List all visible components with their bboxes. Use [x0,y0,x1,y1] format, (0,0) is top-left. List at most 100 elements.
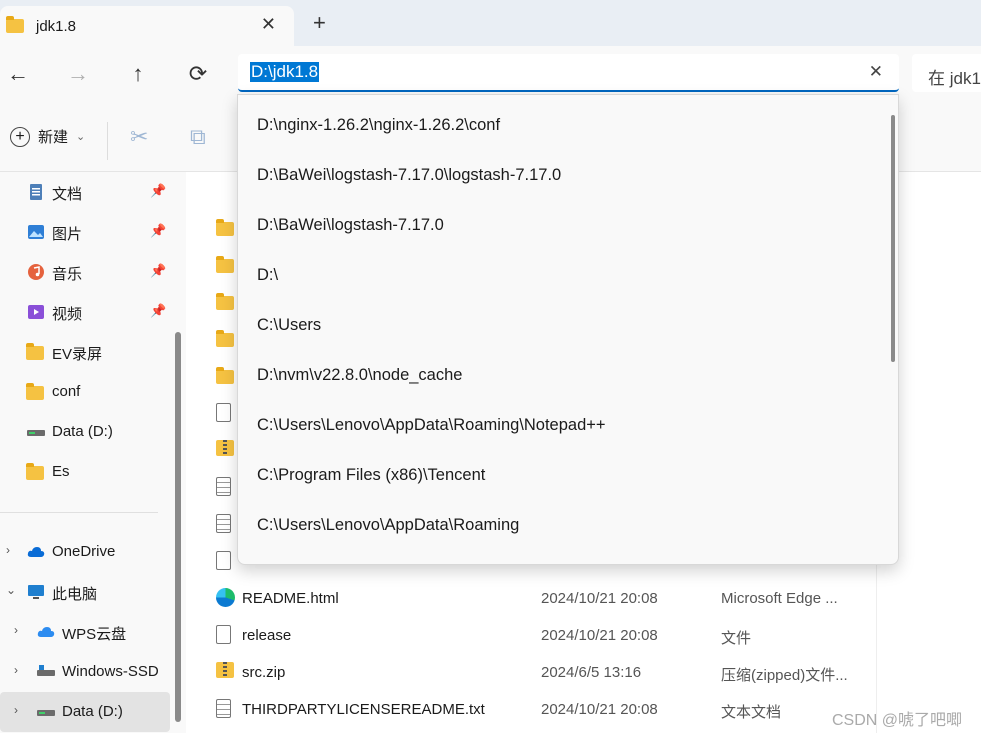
address-suggestions-dropdown: D:\nginx-1.26.2\nginx-1.26.2\conf D:\BaW… [237,94,899,565]
sidebar-item-label: 音乐 [52,266,83,283]
sidebar-item-label: WPS云盘 [62,626,127,643]
clear-address-icon[interactable]: ✕ [869,62,883,82]
sidebar-item-pictures[interactable]: 图片 📌 [0,212,170,252]
tab-strip: jdk1.8 ✕ + [0,0,981,46]
file-type: 文件 [721,630,752,647]
search-placeholder: 在 jdk1 [928,69,981,88]
suggestion-item[interactable]: D:\ [238,249,878,299]
cloud-icon [37,627,55,637]
sidebar-item-videos[interactable]: 视频 📌 [0,292,170,332]
file-icon [216,403,236,423]
suggestion-item[interactable]: D:\nvm\v22.8.0\node_cache [238,349,878,399]
zip-icon [216,662,236,682]
sidebar-divider [0,512,158,513]
address-bar[interactable]: D:\jdk1.8 ✕ [238,54,899,92]
table-row[interactable]: src.zip 2024/6/5 13:16 压缩(zipped)文件... [186,654,981,691]
pc-icon [28,585,44,599]
tab-title: jdk1.8 [36,17,77,35]
sidebar-scrollbar[interactable] [175,332,181,722]
tab-jdk18[interactable]: jdk1.8 ✕ [0,6,294,46]
drive-icon [37,710,55,716]
cut-icon[interactable]: ✂ [130,124,148,150]
sidebar-item-documents[interactable]: 文档 📌 [0,172,170,212]
table-row[interactable]: README.html 2024/10/21 20:08 Microsoft E… [186,580,981,617]
chevron-right-icon[interactable]: › [14,703,18,717]
file-icon [216,625,236,645]
document-icon [30,184,42,200]
copy-icon[interactable]: ⧉ [190,124,206,150]
suggestion-item[interactable]: D:\nginx-1.26.2\nginx-1.26.2\conf [238,99,878,149]
sidebar-item-data-d[interactable]: › Data (D:) [0,692,170,732]
folder-icon [26,462,46,482]
file-date: 2024/10/21 20:08 [541,590,658,607]
sidebar-item-label: EV录屏 [52,346,103,363]
sidebar-item-ev-recorder[interactable]: EV录屏 [0,332,170,372]
forward-button[interactable]: → [64,60,92,88]
drive-icon [37,665,55,676]
sidebar: 文档 📌 图片 📌 音乐 📌 视频 📌 EV录屏 conf Data (D:) … [0,172,186,733]
command-separator [107,122,108,160]
up-button[interactable]: ↑ [124,60,152,88]
chevron-right-icon[interactable]: › [14,663,18,677]
video-icon [28,305,44,319]
address-input[interactable]: D:\jdk1.8 [250,62,320,82]
sidebar-item-label: Es [52,463,70,480]
folder-icon [216,366,236,386]
sidebar-item-label: Data (D:) [62,703,123,720]
new-button[interactable]: + 新建 ⌄ [10,126,85,147]
table-row[interactable]: release 2024/10/21 20:08 文件 [186,617,981,654]
search-input[interactable]: 在 jdk1 [912,54,981,92]
file-name: README.html [242,590,339,607]
pin-icon: 📌 [150,263,167,278]
file-date: 2024/10/21 20:08 [541,701,658,718]
pin-icon: 📌 [150,303,167,318]
file-date: 2024/10/21 20:08 [541,627,658,644]
sidebar-item-onedrive[interactable]: › OneDrive [0,532,170,572]
drive-icon [27,430,45,436]
sidebar-item-windows-ssd[interactable]: › Windows-SSD [0,652,170,692]
refresh-button[interactable]: ⟳ [184,60,212,88]
folder-icon [26,342,46,362]
sidebar-item-data-drive[interactable]: Data (D:) [0,412,170,452]
file-type: Microsoft Edge ... [721,590,838,607]
suggestion-item[interactable]: C:\Users\Lenovo\AppData\Roaming [238,499,878,549]
sidebar-item-conf[interactable]: conf [0,372,170,412]
suggestion-item[interactable]: D:\BaWei\logstash-7.17.0\logstash-7.17.0 [238,149,878,199]
chevron-right-icon[interactable]: › [6,543,10,557]
chevron-right-icon[interactable]: › [14,623,18,637]
suggestion-item[interactable]: D:\BaWei\logstash-7.17.0 [238,199,878,249]
sidebar-item-label: OneDrive [52,543,116,560]
music-icon [28,264,44,280]
suggestion-item[interactable]: C:\Users [238,299,878,349]
pin-icon: 📌 [150,183,167,198]
file-type: 压缩(zipped)文件... [721,667,848,684]
sidebar-item-wps-cloud[interactable]: › WPS云盘 [0,612,170,652]
folder-icon [6,15,24,37]
suggestion-item[interactable]: C:\Program Files (x86)\Tencent [238,449,878,499]
sidebar-item-es[interactable]: Es [0,452,170,492]
edge-icon [216,588,236,608]
folder-icon [216,218,236,238]
file-icon [216,551,236,571]
close-tab-icon[interactable]: ✕ [261,14,276,35]
sidebar-item-this-pc[interactable]: ⌄ 此电脑 [0,572,170,612]
folder-icon [216,255,236,275]
file-date: 2024/6/5 13:16 [541,664,642,681]
file-name: release [242,627,292,644]
watermark: CSDN @唬了吧唧 [832,712,963,729]
new-button-label: 新建 [38,129,69,146]
chevron-down-icon[interactable]: ⌄ [6,583,16,597]
back-button[interactable]: ← [4,60,32,88]
sidebar-item-label: conf [52,383,81,400]
chevron-down-icon: ⌄ [76,131,86,143]
sidebar-item-music[interactable]: 音乐 📌 [0,252,170,292]
sidebar-item-label: 文档 [52,186,83,203]
new-tab-button[interactable]: + [313,10,326,36]
text-file-icon [216,514,236,534]
folder-icon [26,382,46,402]
pin-icon: 📌 [150,223,167,238]
suggestion-item[interactable]: C:\Users\Lenovo\AppData\Roaming\Notepad+… [238,399,878,449]
dropdown-scrollbar[interactable] [891,115,895,362]
sidebar-item-label: 此电脑 [52,586,98,603]
folder-icon [216,329,236,349]
